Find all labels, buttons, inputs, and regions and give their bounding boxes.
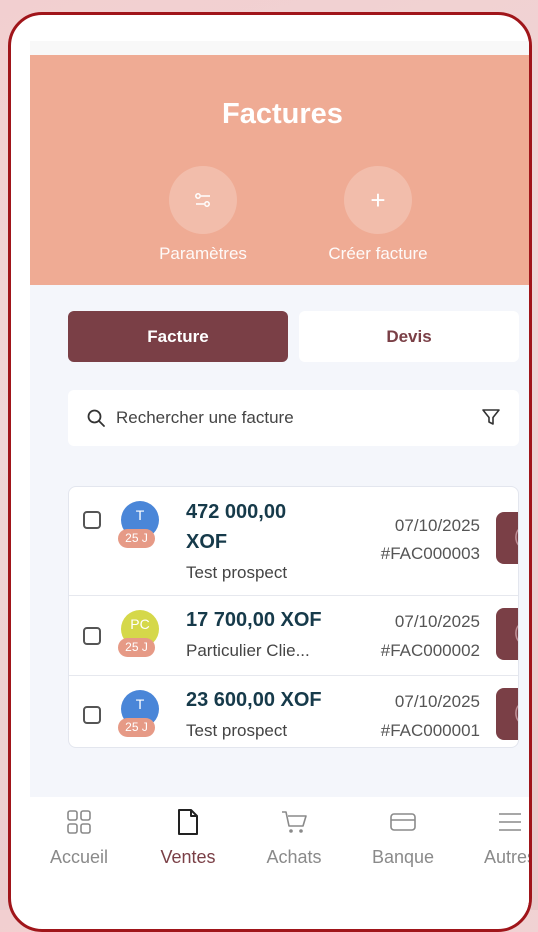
invoice-amount-currency: XOF	[186, 531, 228, 553]
invoice-checkbox[interactable]	[83, 627, 101, 645]
tab-facture[interactable]: Facture	[68, 311, 288, 362]
sliders-icon	[169, 166, 237, 234]
invoice-checkbox[interactable]	[83, 706, 101, 724]
invoice-client: Test prospect	[186, 563, 288, 582]
invoice-date: 07/10/2025	[394, 516, 480, 535]
nav-label: Banque	[371, 847, 435, 867]
days-badge: 25 J	[118, 529, 155, 548]
invoice-client: Test prospect	[186, 721, 288, 740]
invoice-number: #FAC000002	[380, 641, 480, 660]
invoice-number: #FAC000001	[380, 721, 480, 740]
nav-banque[interactable]: Banque	[353, 807, 453, 868]
device-frame: Factures Paramètres + Créer facture Fact…	[8, 12, 532, 932]
document-icon	[138, 807, 238, 837]
invoice-amount: 472 000,00	[186, 501, 287, 523]
create-invoice-label: Créer facture	[328, 244, 428, 263]
parameters-label: Paramètres	[159, 244, 247, 263]
nav-label: Autres	[483, 847, 532, 867]
search-icon	[87, 409, 105, 427]
app-screen: Factures Paramètres + Créer facture Fact…	[30, 41, 532, 911]
invoice-row[interactable]: T 25 J 472 000,00 XOF Test prospect 07/1…	[69, 487, 518, 596]
invoice-row[interactable]: T 25 J 23 600,00 XOF Test prospect 07/10…	[69, 676, 518, 747]
days-badge: 25 J	[118, 638, 155, 657]
invoice-row[interactable]: PC 25 J 17 700,00 XOF Particulier Clie..…	[69, 596, 518, 676]
tab-devis[interactable]: Devis	[299, 311, 519, 362]
page-header: Factures Paramètres + Créer facture	[30, 55, 529, 285]
nav-accueil[interactable]: Accueil	[30, 807, 129, 868]
invoice-action-button[interactable]: (	[496, 688, 518, 740]
nav-label: Achats	[266, 847, 322, 867]
grid-icon	[30, 807, 129, 837]
invoice-amount: 17 700,00 XOF	[186, 609, 322, 631]
invoice-checkbox[interactable]	[83, 511, 101, 529]
create-invoice-button[interactable]: + Créer facture	[298, 166, 458, 264]
plus-icon: +	[344, 166, 412, 234]
menu-icon	[460, 807, 529, 837]
parameters-button[interactable]: Paramètres	[123, 166, 283, 264]
nav-autres[interactable]: Autres	[460, 807, 532, 868]
invoice-action-button[interactable]: (	[496, 512, 518, 564]
cart-icon	[244, 807, 344, 837]
invoice-action-button[interactable]: (	[496, 608, 518, 660]
invoice-number: #FAC000003	[380, 544, 480, 563]
invoice-client: Particulier Clie...	[186, 641, 310, 660]
invoice-date: 07/10/2025	[394, 692, 480, 711]
invoice-list: T 25 J 472 000,00 XOF Test prospect 07/1…	[68, 486, 519, 748]
invoice-date: 07/10/2025	[394, 612, 480, 631]
search-input[interactable]	[114, 407, 468, 429]
search-bar	[68, 390, 519, 446]
filter-icon[interactable]	[481, 407, 501, 427]
nav-achats[interactable]: Achats	[244, 807, 344, 868]
invoice-amount: 23 600,00 XOF	[186, 689, 322, 711]
nav-label: Accueil	[49, 847, 109, 867]
days-badge: 25 J	[118, 718, 155, 737]
page-title: Factures	[222, 98, 343, 130]
card-icon	[353, 807, 453, 837]
nav-ventes[interactable]: Ventes	[138, 807, 238, 868]
bottom-navigation: Accueil Ventes Achats Banque Autres	[30, 797, 532, 911]
nav-label: Ventes	[160, 847, 216, 867]
